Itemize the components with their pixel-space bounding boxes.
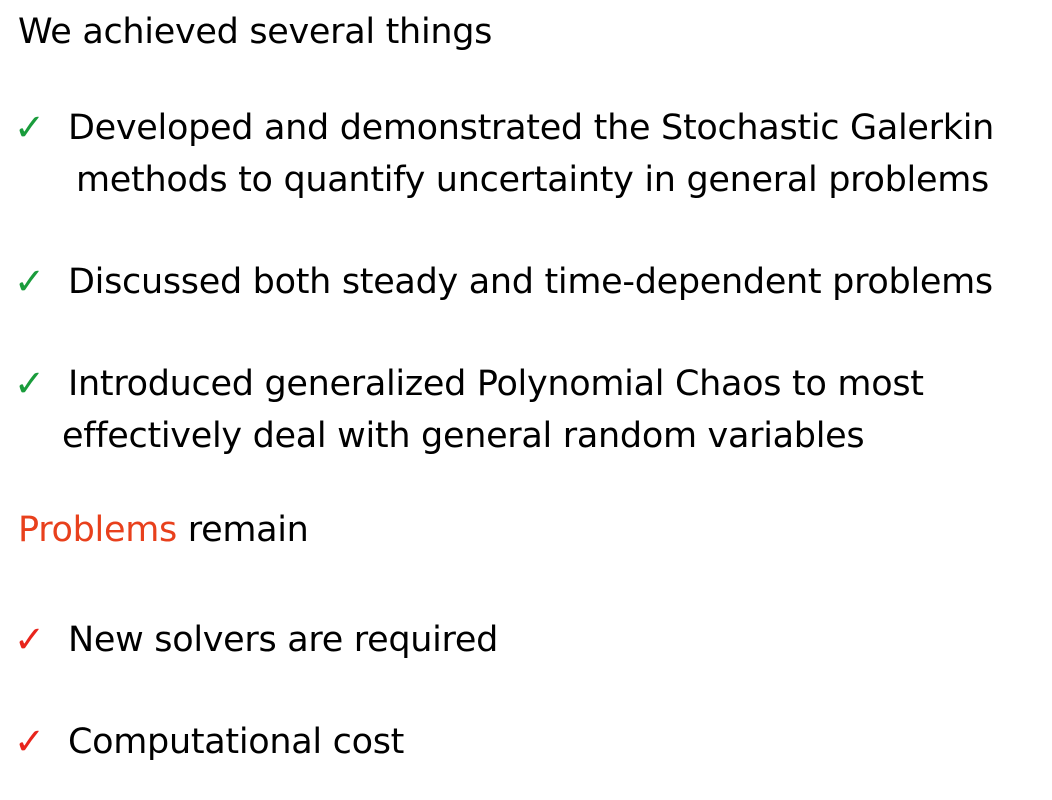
heading-problems: Problems remain <box>18 504 309 556</box>
green-checkmark-icon: ✓ <box>14 362 46 405</box>
achievement-1-line-1: Developed and demonstrated the Stochasti… <box>68 108 995 148</box>
achievement-1-line-2: methods to quantify uncertainty in gener… <box>76 160 989 200</box>
green-checkmark-icon: ✓ <box>14 260 46 303</box>
achievement-3-line-1: Introduced generalized Polynomial Chaos … <box>68 364 924 404</box>
problem-1-line-1: New solvers are required <box>68 620 499 660</box>
problems-accent-word: Problems <box>18 510 177 550</box>
achievement-2-line-1: Discussed both steady and time-dependent… <box>68 262 993 302</box>
red-checkmark-icon: ✓ <box>14 720 46 763</box>
heading-achieved: We achieved several things <box>18 12 493 52</box>
problem-2-line-1: Computational cost <box>68 722 405 762</box>
green-checkmark-icon: ✓ <box>14 106 46 149</box>
problems-heading-rest: remain <box>176 510 309 550</box>
red-checkmark-icon: ✓ <box>14 618 46 661</box>
achievement-3-line-2: effectively deal with general random var… <box>62 416 865 456</box>
slide: We achieved several things ✓ Developed a… <box>0 0 1052 800</box>
